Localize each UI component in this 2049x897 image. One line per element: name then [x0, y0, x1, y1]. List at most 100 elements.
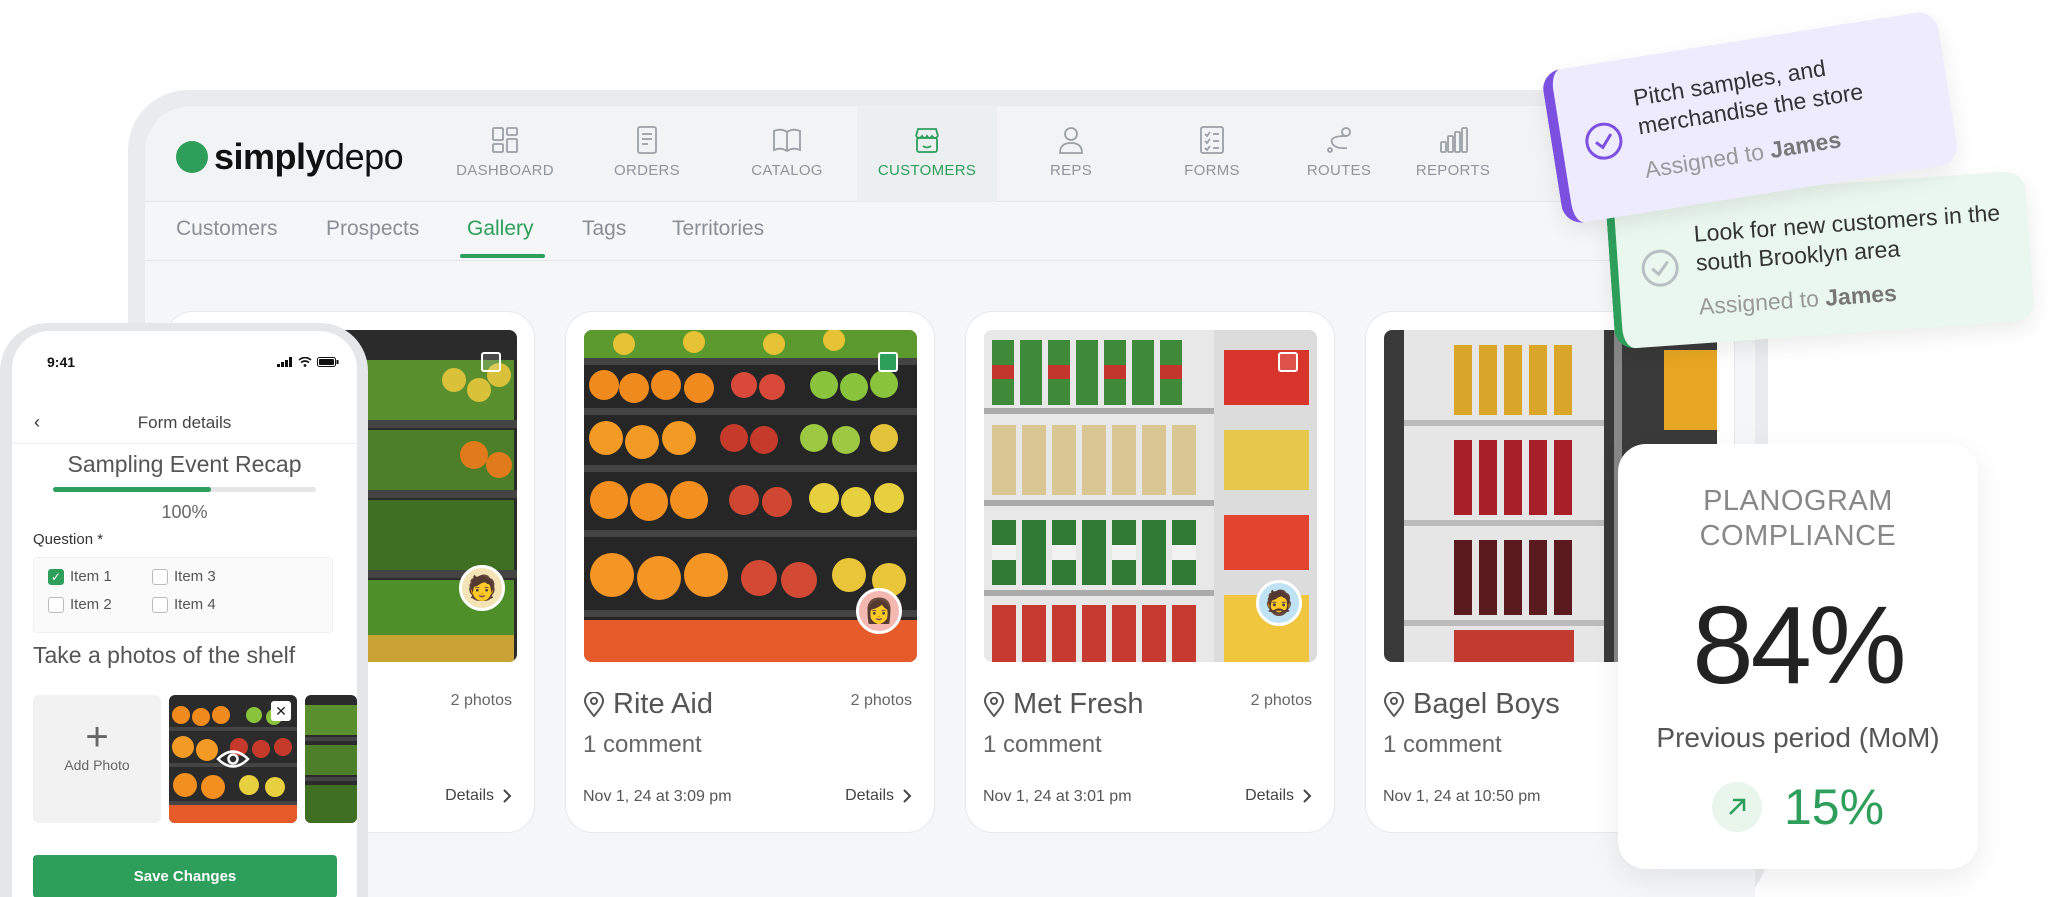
nav-orders[interactable]: ORDERS [587, 124, 707, 179]
compliance-subtitle: Previous period (MoM) [1656, 722, 1940, 753]
reports-icon [1440, 127, 1468, 153]
select-checkbox[interactable] [481, 352, 501, 372]
task-text: Look for new customers in the south Broo… [1692, 199, 2001, 276]
photo-section-title: Take a photos of the shelf [33, 642, 296, 668]
eye-icon[interactable] [216, 748, 250, 770]
wifi-icon [298, 357, 312, 367]
shelf-photo[interactable]: 👩 [584, 330, 917, 662]
option-item-4[interactable]: Item 4 [152, 596, 216, 613]
checkbox-icon[interactable] [152, 596, 168, 613]
shelf-photo[interactable]: 🧔 [984, 330, 1317, 662]
store-name: Bagel Boys [1383, 688, 1560, 721]
active-tab-indicator [460, 254, 545, 258]
location-pin-icon [1383, 691, 1405, 718]
planogram-compliance-card: PLANOGRAM COMPLIANCE 84% Previous period… [1618, 444, 1978, 869]
tab-tags[interactable]: Tags [582, 217, 626, 241]
gallery-card[interactable]: 👩 Rite Aid 2 photos 1 comment Nov 1, 24 … [565, 311, 935, 833]
photo-count: 2 photos [850, 692, 912, 709]
nav-dashboard[interactable]: DASHBOARD [445, 124, 565, 179]
details-link[interactable]: Details [1245, 787, 1312, 805]
rep-avatar[interactable]: 🧔 [1256, 580, 1302, 626]
photo-thumbnail[interactable]: ✕ [169, 695, 297, 823]
add-photo-button[interactable]: + Add Photo [33, 695, 161, 823]
nav-forms[interactable]: FORMS [1152, 124, 1272, 179]
question-label: Question * [33, 531, 104, 548]
question-options: ✓ Item 1 Item 3 Item 2 Item 4 [33, 557, 333, 633]
comment-count[interactable]: 1 comment [983, 731, 1102, 759]
simplydepo-logo[interactable]: simplydepo [176, 136, 404, 178]
orders-icon [637, 126, 657, 154]
check-circle-icon[interactable] [1639, 247, 1682, 290]
tab-territories[interactable]: Territories [672, 217, 764, 241]
dashboard-icon [492, 127, 518, 153]
option-item-1[interactable]: ✓ Item 1 [48, 568, 112, 585]
nav-reports[interactable]: REPORTS [1393, 124, 1513, 179]
back-chevron-icon[interactable]: ‹ [34, 412, 40, 433]
progress-bar [53, 487, 316, 492]
nav-label: CATALOG [751, 162, 823, 179]
phone-screen: 9:41 ‹ Form details Sampling Event Recap… [12, 331, 357, 897]
signal-icon [277, 357, 292, 367]
nav-routes[interactable]: ROUTES [1279, 124, 1399, 179]
produce-thumbnail-image [305, 695, 357, 823]
option-item-2[interactable]: Item 2 [48, 596, 112, 613]
checkbox-icon[interactable] [152, 568, 168, 585]
status-icons [277, 357, 339, 367]
nav-label: REPS [1049, 162, 1093, 179]
form-header: ‹ Form details [12, 399, 357, 444]
nav-reps[interactable]: REPS [1011, 124, 1131, 179]
nav-customers[interactable]: CUSTOMERS [857, 106, 997, 202]
nav-catalog[interactable]: CATALOG [727, 124, 847, 179]
compliance-delta: 15% [1618, 778, 1978, 836]
remove-photo-icon[interactable]: ✕ [271, 701, 291, 721]
timestamp: Nov 1, 24 at 3:09 pm [583, 788, 732, 805]
rep-avatar[interactable]: 👩 [856, 588, 902, 634]
top-navigation: simplydepo DASHBOARD ORDERS CATALOG CUST… [145, 106, 1755, 202]
progress-label: 100% [161, 502, 208, 522]
photo-thumbnail[interactable] [305, 695, 357, 823]
logo-mark [176, 141, 208, 173]
details-link[interactable]: Details [845, 787, 912, 805]
compliance-title: PLANOGRAM COMPLIANCE [1699, 485, 1897, 552]
comment-count[interactable]: 1 comment [583, 731, 702, 759]
location-pin-icon [983, 691, 1005, 718]
progress-fill [53, 487, 211, 492]
tab-gallery[interactable]: Gallery [467, 217, 534, 241]
task-text: Pitch samples, and merchandise the store [1631, 54, 1865, 140]
chevron-right-icon [1303, 789, 1312, 803]
logo-text: simplydepo [214, 136, 404, 177]
nav-label: FORMS [1184, 162, 1240, 179]
store-name: Met Fresh [983, 688, 1144, 721]
comment-count[interactable]: 1 comment [1383, 731, 1502, 759]
compliance-value: 84% [1692, 584, 1906, 707]
battery-icon [317, 357, 339, 367]
checkbox-icon[interactable] [48, 596, 64, 613]
checkbox-checked-icon[interactable]: ✓ [48, 568, 64, 585]
rep-avatar[interactable]: 🧑 [459, 565, 505, 611]
select-checkbox[interactable] [1278, 352, 1298, 372]
check-circle-icon[interactable] [1581, 118, 1627, 164]
form-title: Sampling Event Recap [67, 451, 302, 477]
delta-value: 15% [1783, 779, 1885, 835]
select-checkbox[interactable] [878, 352, 898, 372]
option-item-3[interactable]: Item 3 [152, 568, 216, 585]
nav-label: DASHBOARD [456, 162, 554, 179]
gallery-card[interactable]: 🧔 Met Fresh 2 photos 1 comment Nov 1, 24… [965, 311, 1335, 833]
catalog-icon [773, 128, 801, 153]
photo-count: 2 photos [450, 692, 512, 709]
chevron-right-icon [903, 789, 912, 803]
timestamp: Nov 1, 24 at 10:50 pm [1383, 788, 1541, 805]
plus-icon: + [85, 715, 109, 759]
nav-label: ROUTES [1306, 162, 1372, 179]
tab-prospects[interactable]: Prospects [326, 217, 419, 241]
sub-navigation: Customers Prospects Gallery Tags Territo… [145, 203, 1755, 261]
tab-customers[interactable]: Customers [176, 217, 278, 241]
location-pin-icon [583, 691, 605, 718]
nav-label: CUSTOMERS [877, 162, 977, 179]
nav-label: REPORTS [1415, 162, 1491, 179]
save-changes-button[interactable]: Save Changes [33, 855, 337, 897]
reps-icon [1059, 127, 1083, 154]
chevron-right-icon [503, 789, 512, 803]
details-link[interactable]: Details [445, 787, 512, 805]
arrow-up-right-icon [1711, 782, 1762, 832]
